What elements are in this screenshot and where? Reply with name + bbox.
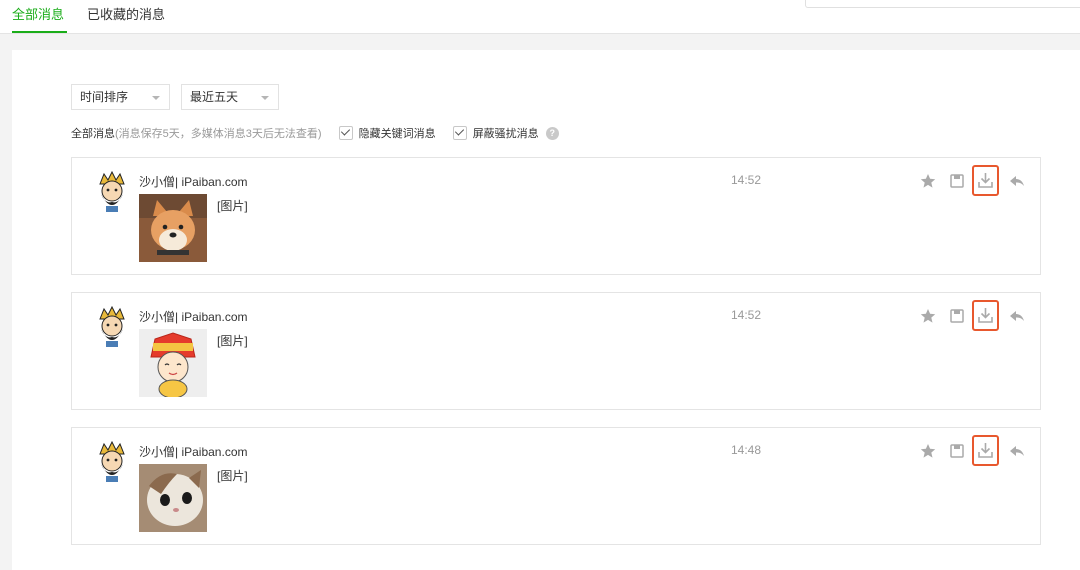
download-icon[interactable]	[972, 435, 999, 466]
message-content: [图片]	[217, 469, 248, 483]
download-icon[interactable]	[972, 300, 999, 331]
message-card: 沙小僧| iPaiban.com [图片] 14:52	[71, 292, 1041, 410]
chevron-down-icon	[152, 96, 160, 100]
avatar	[99, 305, 125, 347]
hide-keyword-checkbox[interactable]	[338, 126, 353, 141]
message-card: 沙小僧| iPaiban.com [图片] 14:48	[71, 427, 1041, 545]
star-icon[interactable]	[917, 305, 939, 327]
date-range-select[interactable]: 最近五天	[181, 84, 279, 110]
star-icon[interactable]	[917, 440, 939, 462]
reply-icon[interactable]	[1006, 305, 1028, 327]
save-icon[interactable]	[946, 440, 968, 462]
star-icon[interactable]	[917, 170, 939, 192]
download-icon[interactable]	[972, 165, 999, 196]
sort-select[interactable]: 时间排序	[71, 84, 170, 110]
reply-icon[interactable]	[1006, 440, 1028, 462]
message-time: 14:52	[731, 308, 762, 322]
filter-title: 全部消息	[71, 128, 115, 140]
cartoon-character-image	[139, 329, 207, 397]
avatar	[99, 170, 125, 212]
message-image-thumbnail[interactable]	[139, 329, 207, 397]
tab-favorite-messages[interactable]: 已收藏的消息	[87, 0, 165, 33]
message-content: [图片]	[217, 334, 248, 348]
message-time: 14:48	[731, 443, 762, 457]
message-image-thumbnail[interactable]	[139, 464, 207, 532]
top-tab-bar: 全部消息 已收藏的消息	[0, 0, 1080, 34]
help-icon[interactable]: ?	[545, 126, 559, 140]
search-input[interactable]	[805, 0, 1080, 8]
save-icon[interactable]	[946, 305, 968, 327]
save-icon[interactable]	[946, 170, 968, 192]
shiba-dog-image	[139, 194, 207, 262]
avatar	[99, 440, 125, 482]
hide-keyword-label: 隐藏关键词消息	[358, 128, 436, 140]
block-spam-checkbox[interactable]	[452, 126, 467, 141]
block-spam-label: 屏蔽骚扰消息	[472, 128, 539, 140]
cat-image	[139, 464, 207, 532]
reply-icon[interactable]	[1006, 170, 1028, 192]
filter-row: 全部消息(消息保存5天，多媒体消息3天后无法查看) 隐藏关键词消息 屏蔽骚扰消息…	[71, 126, 559, 142]
message-card: 沙小僧| iPaiban.com [图片] 14:52	[71, 157, 1041, 275]
retention-note: (消息保存5天，多媒体消息3天后无法查看)	[115, 128, 322, 140]
message-time: 14:52	[731, 173, 762, 187]
sender-name[interactable]: 沙小僧| iPaiban.com	[139, 443, 248, 460]
tab-all-messages[interactable]: 全部消息	[12, 0, 67, 33]
message-image-thumbnail[interactable]	[139, 194, 207, 262]
sender-name[interactable]: 沙小僧| iPaiban.com	[139, 173, 248, 190]
date-range-select-value: 最近五天	[190, 90, 239, 104]
sender-name[interactable]: 沙小僧| iPaiban.com	[139, 308, 248, 325]
sort-select-value: 时间排序	[80, 90, 129, 104]
chevron-down-icon	[261, 96, 269, 100]
message-content: [图片]	[217, 199, 248, 213]
